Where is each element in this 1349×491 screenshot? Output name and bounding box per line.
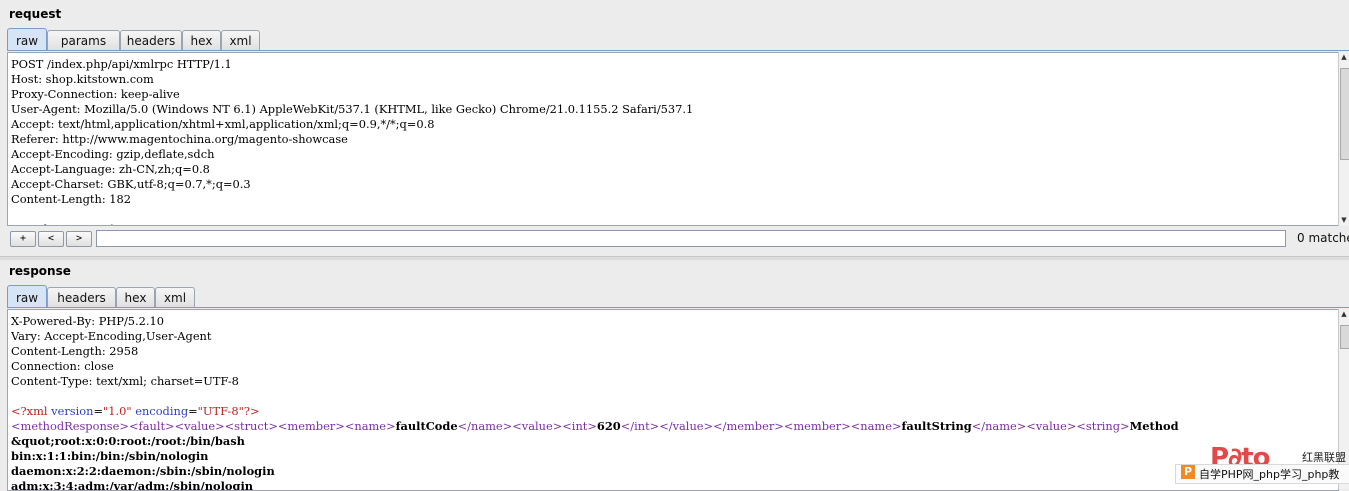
response-tab-underline — [7, 307, 1349, 308]
request-tab-hex[interactable]: hex — [182, 30, 221, 51]
response-tab-headers[interactable]: headers — [47, 287, 116, 308]
request-title: request — [9, 7, 62, 21]
response-title: response — [9, 264, 71, 278]
request-tab-params[interactable]: params — [47, 30, 120, 51]
request-tab-headers[interactable]: headers — [120, 30, 182, 51]
scroll-up-arrow-icon[interactable]: ▲ — [1339, 309, 1349, 320]
search-prev-button[interactable]: < — [38, 231, 64, 247]
request-scroll-thumb[interactable] — [1340, 68, 1349, 160]
search-next-button[interactable]: > — [66, 231, 92, 247]
scroll-down-arrow-icon[interactable]: ▼ — [1339, 215, 1349, 226]
response-tab-xml[interactable]: xml — [155, 287, 195, 308]
response-headers-text: X-Powered-By: PHP/5.2.10 Vary: Accept-En… — [11, 314, 239, 388]
xml-declaration: <?xml version="1.0" encoding="UTF-8"?> — [11, 404, 260, 418]
response-body-text: &quot;root:x:0:0:root:/root:/bin/bash bi… — [11, 434, 275, 491]
response-text-pane[interactable]: X-Powered-By: PHP/5.2.10 Vary: Accept-En… — [7, 309, 1339, 491]
request-tab-raw[interactable]: raw — [7, 28, 47, 51]
response-scroll-thumb[interactable] — [1340, 325, 1349, 349]
search-matches-count: 0 matches — [1297, 231, 1349, 245]
watermark-text: 自学PHP网_php学习_php教 — [1199, 468, 1340, 481]
scroll-up-arrow-icon[interactable]: ▲ — [1339, 52, 1349, 63]
search-bar: + < > 0 matches — [7, 228, 1349, 250]
split-pane-divider[interactable] — [0, 256, 1349, 260]
request-raw-text[interactable]: POST /index.php/api/xmlrpc HTTP/1.1 Host… — [8, 53, 1338, 225]
request-scrollbar[interactable]: ▲ ▼ — [1338, 52, 1349, 226]
response-tab-hex[interactable]: hex — [116, 287, 155, 308]
request-text-pane[interactable]: POST /index.php/api/xmlrpc HTTP/1.1 Host… — [7, 52, 1339, 226]
watermark-bar: P 自学PHP网_php学习_php教 — [1175, 460, 1349, 487]
response-tab-raw[interactable]: raw — [7, 285, 47, 308]
request-tab-xml[interactable]: xml — [221, 30, 260, 51]
watermark-p-icon: P — [1181, 465, 1195, 479]
search-add-button[interactable]: + — [10, 231, 36, 247]
response-raw-text[interactable]: X-Powered-By: PHP/5.2.10 Vary: Accept-En… — [8, 310, 1338, 491]
search-input[interactable] — [96, 230, 1286, 247]
request-tab-underline — [7, 50, 1349, 51]
xml-fault-line: <methodResponse><fault><value><struct><m… — [11, 419, 1179, 433]
